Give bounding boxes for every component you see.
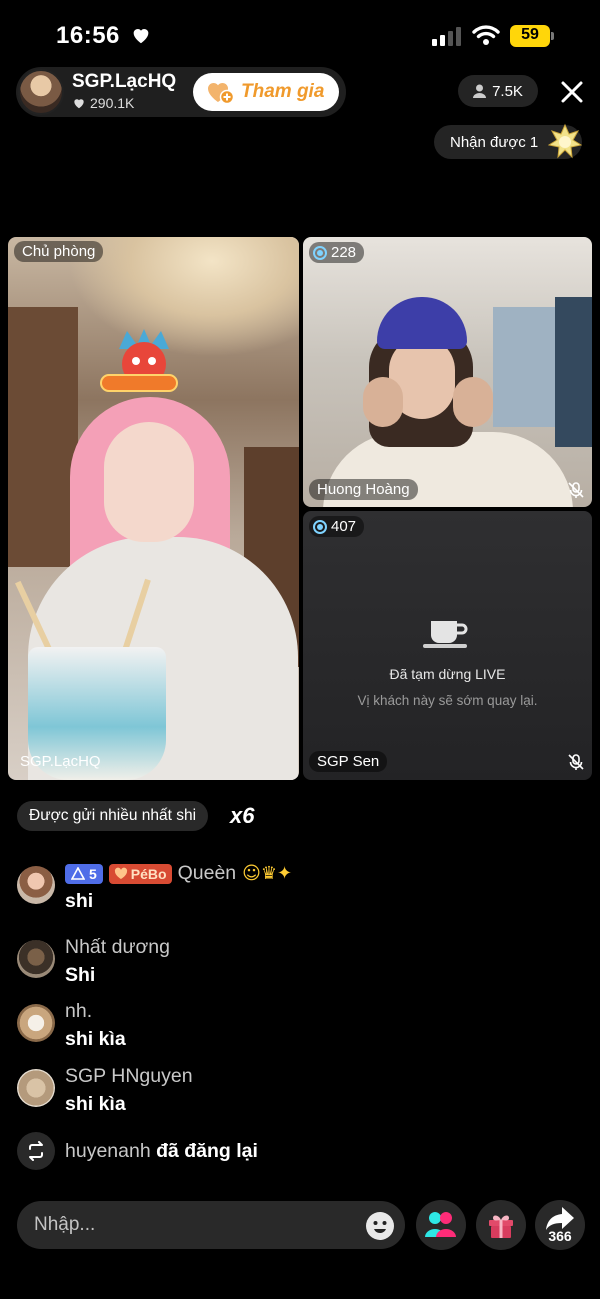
user-avatar[interactable]	[17, 1004, 55, 1042]
gift-button[interactable]	[476, 1200, 526, 1250]
repost-text: huyenanh đã đăng lại	[65, 1140, 258, 1163]
repost-username: huyenanh	[65, 1140, 151, 1162]
heart-icon	[114, 867, 127, 879]
host-likes: 290.1K	[72, 95, 134, 111]
repost-action: đã đăng lại	[156, 1140, 258, 1162]
star-burst-icon	[548, 123, 582, 159]
viewer-count: 7.5K	[492, 82, 523, 100]
received-gift-pill[interactable]: Nhận được 1	[434, 123, 582, 159]
comment-text: shi kìa	[65, 1093, 126, 1115]
guest-score-badge: 407	[309, 516, 365, 537]
comment-text: Shi	[65, 964, 96, 986]
host-video-tile[interactable]: Chủ phòng SGP.LạcHQ	[8, 237, 299, 780]
guest-name: SGP Sen	[309, 751, 388, 772]
comment-text: shi	[65, 890, 94, 912]
level-number: 5	[89, 865, 97, 882]
score-icon	[313, 519, 327, 534]
emoji-icon[interactable]	[365, 1211, 395, 1241]
host-name: SGP.LạcHQ	[72, 71, 177, 92]
level-icon	[71, 867, 85, 880]
viewer-count-pill[interactable]: 7.5K	[458, 75, 538, 107]
mic-muted-icon	[568, 482, 584, 498]
heart-icon	[133, 29, 149, 44]
fan-club-name: PéBo	[130, 865, 167, 882]
cellular-signal-icon	[432, 27, 461, 46]
status-bar: 16:56 59	[0, 0, 600, 70]
join-fan-club-button[interactable]: Tham gia	[193, 73, 339, 111]
heart-plus-icon	[207, 82, 235, 105]
level-badge: 5	[65, 863, 103, 884]
host-tile-name: SGP.LạcHQ	[20, 753, 101, 770]
repost-notice: huyenanh đã đăng lại	[17, 1132, 577, 1172]
most-sent-gift-banner: Được gửi nhiều nhất shi	[17, 801, 209, 831]
share-count: 366	[548, 1228, 572, 1244]
guest-score: 228	[331, 244, 357, 261]
most-sent-label: Được gửi nhiều nhất shi	[29, 807, 197, 824]
status-time: 16:56	[56, 22, 120, 49]
close-icon[interactable]	[558, 78, 586, 106]
comment-input-placeholder: Nhập...	[34, 1214, 96, 1235]
host-likes-count: 290.1K	[90, 95, 135, 111]
repost-icon	[17, 1132, 55, 1170]
guest-score: 407	[331, 518, 357, 535]
join-label: Tham gia	[241, 81, 325, 102]
guests-button[interactable]	[416, 1200, 466, 1250]
share-button[interactable]: 366	[535, 1200, 585, 1250]
comment-username: nh.	[65, 1000, 93, 1022]
host-role-label: Chủ phòng	[14, 241, 104, 262]
gift-multiplier: x6	[230, 803, 255, 828]
paused-subtitle: Vị khách này sẽ sớm quay lại.	[357, 693, 538, 708]
people-icon	[425, 1212, 456, 1237]
host-profile-pill[interactable]: SGP.LạcHQ 290.1K Tham gia	[16, 67, 346, 117]
guest-video-tile[interactable]: 228 Huong Hoàng	[303, 237, 592, 507]
comment-username-row: 5 PéBo Queèn ☺♛✦	[65, 862, 292, 885]
user-avatar[interactable]	[17, 1069, 55, 1107]
crown-emoji-icon: ☺♛✦	[242, 863, 293, 884]
coffee-cup-icon	[423, 621, 468, 648]
person-icon	[473, 84, 487, 98]
user-avatar[interactable]	[17, 940, 55, 978]
comment-text: shi kìa	[65, 1028, 126, 1050]
host-avatar[interactable]	[18, 69, 64, 115]
battery-icon: 59	[510, 25, 554, 47]
comment-username: SGP HNguyen	[65, 1065, 193, 1087]
guest-video-tile-paused[interactable]: 407 Đã tạm dừng LIVE Vị khách này sẽ sớm…	[303, 511, 592, 780]
wifi-icon	[472, 25, 500, 45]
fan-club-badge: PéBo	[108, 863, 172, 884]
received-label: Nhận được 1	[450, 133, 539, 151]
comment-input[interactable]: Nhập...	[17, 1201, 405, 1249]
heart-icon	[74, 99, 84, 109]
guest-score-badge: 228	[309, 242, 365, 263]
mic-muted-icon	[568, 754, 584, 770]
user-avatar[interactable]	[17, 866, 55, 904]
gift-icon	[489, 1215, 513, 1238]
battery-level: 59	[521, 26, 539, 43]
paused-title: Đã tạm dừng LIVE	[389, 666, 506, 682]
filter-tag	[100, 374, 178, 392]
score-icon	[313, 245, 327, 260]
comment-username: Queèn	[177, 862, 237, 884]
comment-username: Nhất dương	[65, 936, 170, 958]
guest-name: Huong Hoàng	[309, 479, 418, 500]
